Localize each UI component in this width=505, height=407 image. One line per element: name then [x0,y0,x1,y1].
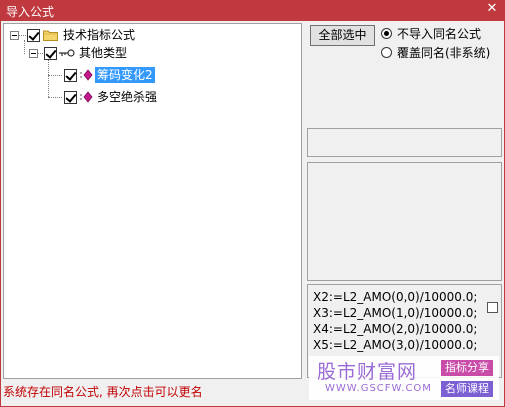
tree-node-group[interactable]: 其他类型 [29,44,129,62]
tree-node-root[interactable]: 技术指标公式 [10,26,137,44]
root-checkbox[interactable] [27,28,40,42]
tree-connector [48,75,62,76]
group-checkbox[interactable] [44,46,57,60]
radio-label: 不导入同名公式 [397,26,482,41]
formula-tree[interactable]: 技术指标公式 其他类型 筹码变化2 多空绝杀强 [3,23,302,379]
tree-node-label: 多空绝杀强 [97,90,158,104]
diamond-icon [80,69,93,81]
diamond-icon [80,91,93,103]
collapse-toggle-icon[interactable] [29,48,38,58]
radio-overwrite[interactable]: 覆盖同名(非系统) [381,44,490,60]
watermark: 股市财富网 WWW.GSCFW.COM 指标分享 名师课程 [309,356,499,400]
watermark-url: WWW.GSCFW.COM [325,383,432,394]
item-checkbox[interactable] [64,90,77,104]
dialog-body: 技术指标公式 其他类型 筹码变化2 多空绝杀强 全部选中 不导入同名公式 覆盖同… [0,21,505,407]
radio-dot[interactable] [381,46,392,58]
watermark-tag: 名师课程 [441,381,493,397]
tree-node-label: 筹码变化2 [95,67,155,83]
folder-icon [43,30,58,41]
tree-item-formula[interactable]: 筹码变化2 [62,66,155,84]
description-panel [307,162,502,281]
watermark-brand: 股市财富网 [317,361,418,383]
watermark-tag: 指标分享 [441,360,493,376]
code-line: X2:=L2_AMO(0,0)/10000.0; [313,290,478,304]
select-all-button[interactable]: 全部选中 [310,25,375,46]
radio-no-import[interactable]: 不导入同名公式 [381,25,481,41]
tree-node-label: 技术指标公式 [63,28,136,42]
window-title: 导入公式 [6,5,55,19]
radio-label: 覆盖同名(非系统) [397,45,491,60]
code-line: X4:=L2_AMO(2,0)/10000.0; [313,322,478,336]
title-bar: 导入公式 ✕ [0,0,505,21]
collapse-toggle-icon[interactable] [10,30,19,40]
name-field [307,128,502,157]
status-message: 系统存在同名公式, 再次点击可以更名 [3,385,203,399]
tree-item-formula[interactable]: 多空绝杀强 [62,88,159,106]
close-icon[interactable]: ✕ [485,2,499,16]
key-icon [59,49,75,57]
tree-connector [48,97,62,98]
radio-dot[interactable] [381,27,392,39]
code-line: X3:=L2_AMO(1,0)/10000.0; [313,306,478,320]
code-checkbox[interactable] [487,302,498,313]
code-line: X5:=L2_AMO(3,0)/10000.0; [313,338,478,352]
item-checkbox[interactable] [64,68,77,82]
tree-connector [48,58,49,97]
tree-node-label: 其他类型 [79,46,128,60]
